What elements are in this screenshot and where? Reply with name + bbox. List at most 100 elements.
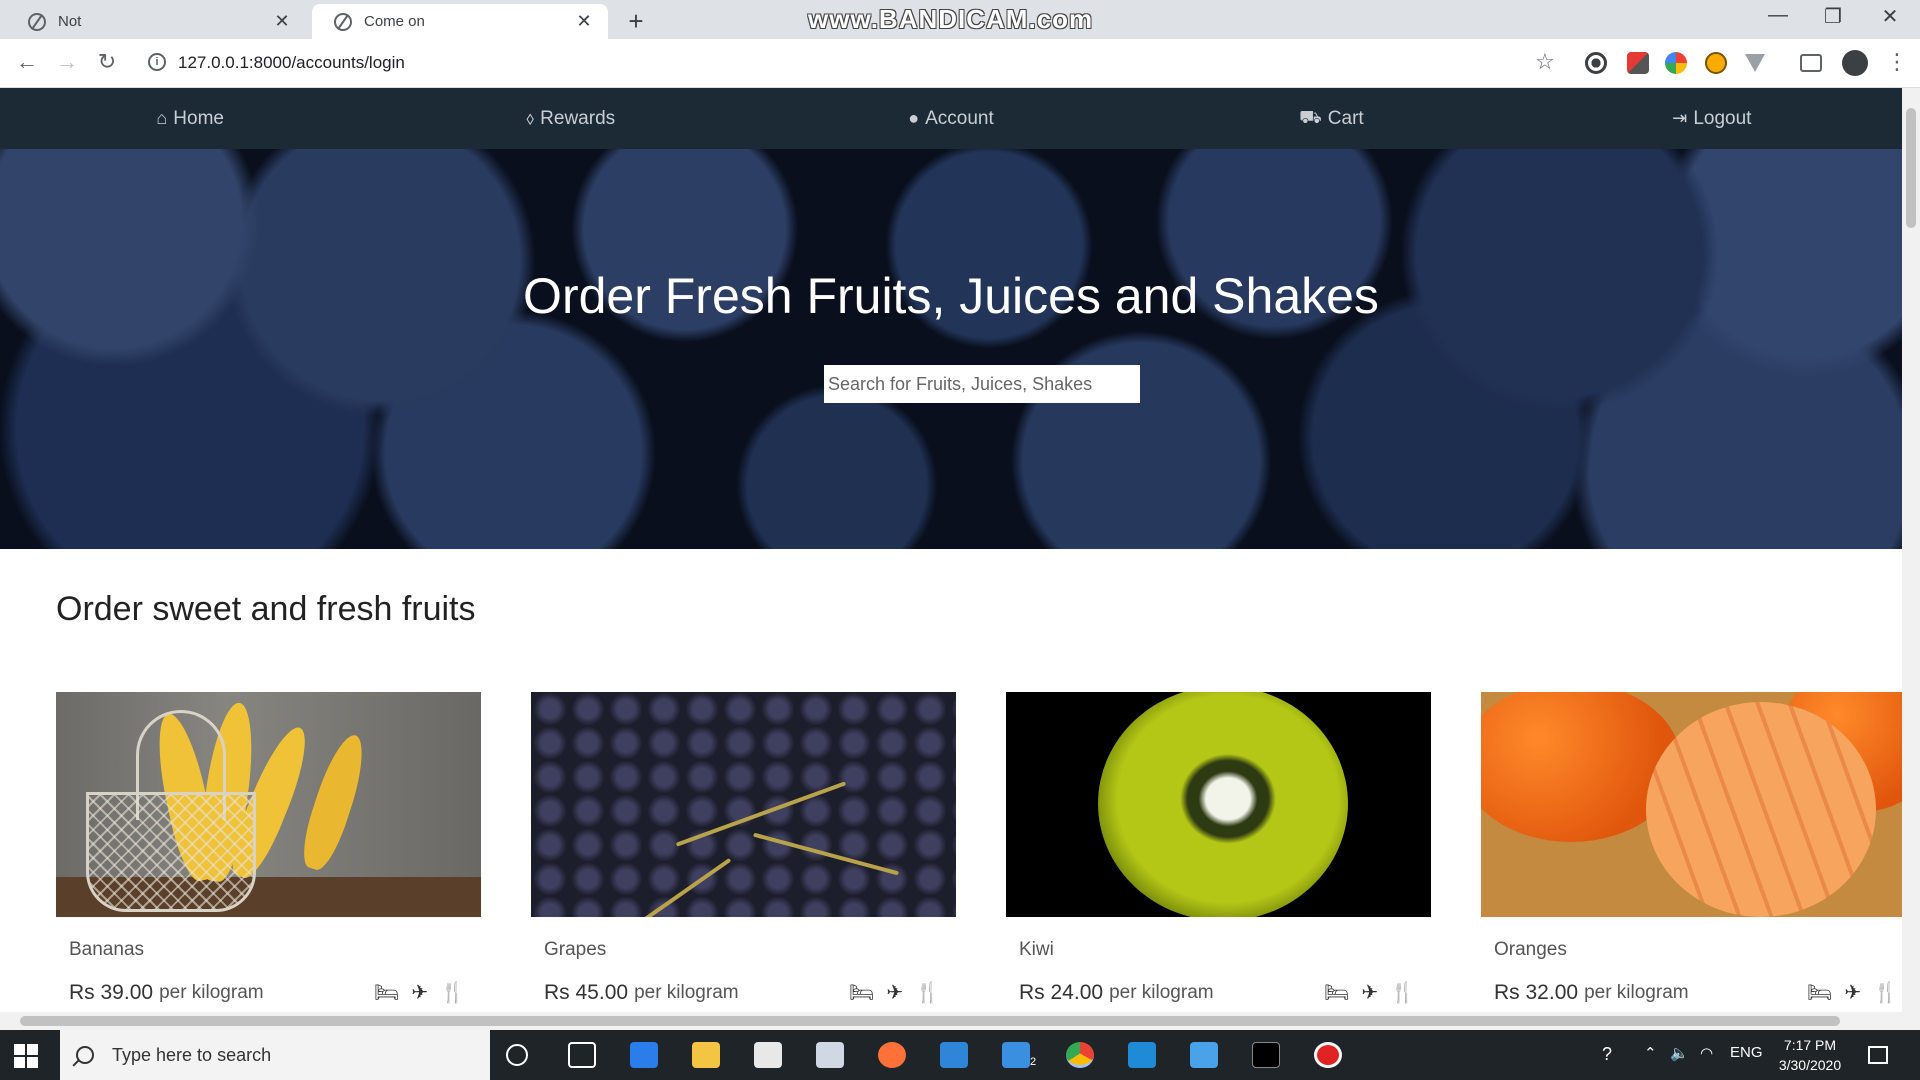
firefox-icon[interactable]	[878, 1042, 906, 1068]
nav-logout[interactable]: ⇥ Logout	[1522, 88, 1902, 149]
browser-menu-icon[interactable]: ⋮	[1886, 49, 1908, 75]
product-icons: 🛏 ✈ 🍴	[849, 980, 940, 1005]
site-info-icon[interactable]: i	[148, 53, 166, 71]
bookmark-star-icon[interactable]: ☆	[1535, 49, 1555, 75]
reload-button[interactable]: ↻	[92, 49, 122, 75]
badge-extension-icon[interactable]	[1705, 52, 1727, 74]
mail-icon[interactable]	[1002, 1042, 1030, 1068]
browser-tab-come-on[interactable]: Come on ✕	[312, 4, 608, 39]
task-view-icon[interactable]	[568, 1042, 596, 1068]
search-icon	[76, 1046, 94, 1064]
clock[interactable]: 7:17 PM 3/30/2020	[1760, 1035, 1860, 1075]
close-tab-icon[interactable]: ✕	[272, 11, 292, 32]
close-window-button[interactable]: ✕	[1870, 4, 1910, 29]
product-name: Bananas	[69, 939, 145, 960]
product-price: Rs 32.00	[1494, 981, 1579, 1004]
terminal-icon[interactable]	[1252, 1042, 1280, 1068]
close-tab-icon[interactable]: ✕	[574, 11, 594, 32]
vertical-scrollbar[interactable]	[1902, 88, 1920, 1030]
nav-account[interactable]: ● Account	[761, 88, 1141, 149]
product-unit: per kilogram	[634, 982, 739, 1003]
product-name: Grapes	[544, 939, 607, 960]
browser-tab-not[interactable]: Not ✕	[6, 4, 306, 39]
cutlery-icon: 🍴	[1390, 982, 1415, 1004]
plane-icon: ✈	[411, 982, 429, 1004]
volume-icon[interactable]: 🔈	[1670, 1044, 1689, 1062]
product-icons: 🛏 ✈ 🍴	[374, 980, 465, 1005]
horizontal-scrollbar[interactable]	[0, 1012, 1902, 1030]
nav-label: Home	[173, 107, 224, 129]
store-icon[interactable]	[754, 1042, 782, 1068]
help-icon[interactable]: ?	[1602, 1044, 1612, 1065]
plane-icon: ✈	[886, 982, 904, 1004]
scroll-thumb[interactable]	[20, 1016, 1840, 1026]
plane-icon: ✈	[1361, 982, 1379, 1004]
logout-icon: ⇥	[1672, 108, 1688, 128]
app-icon[interactable]	[1190, 1042, 1218, 1068]
product-image[interactable]	[531, 692, 956, 917]
globe-icon	[28, 12, 46, 31]
bed-icon: 🛏	[848, 982, 875, 1004]
search-input[interactable]	[824, 365, 1140, 403]
globe-icon	[334, 12, 352, 31]
taskbar-search-placeholder: Type here to search	[112, 1044, 272, 1065]
product-card-kiwi[interactable]: Kiwi Rs 24.00 per kilogram 🛏 ✈ 🍴	[1006, 692, 1431, 1005]
clock-date: 3/30/2020	[1778, 1057, 1842, 1073]
restore-button[interactable]: ❐	[1813, 4, 1853, 29]
plane-icon: ✈	[1844, 982, 1862, 1004]
start-button[interactable]	[14, 1044, 38, 1068]
nav-home[interactable]: ⌂ Home	[0, 88, 380, 149]
app-icon[interactable]	[940, 1042, 968, 1068]
color-extension-icon[interactable]	[1665, 52, 1687, 74]
minimize-button[interactable]: —	[1758, 4, 1798, 27]
product-image[interactable]	[56, 692, 481, 917]
address-bar[interactable]: 127.0.0.1:8000/accounts/login	[178, 53, 405, 73]
section-title: Order sweet and fresh fruits	[56, 590, 476, 628]
product-card-oranges[interactable]: Oranges Rs 32.00 per kilogram 🛏 ✈ 🍴	[1481, 692, 1902, 1005]
nav-cart[interactable]: ⛟ Cart	[1141, 88, 1521, 149]
bed-icon: 🛏	[1806, 982, 1833, 1004]
chrome-icon[interactable]	[1066, 1042, 1094, 1068]
browser-tab-strip: Not ✕ Come on ✕ + www.BANDICAM.com — ❐ ✕	[0, 0, 1920, 39]
nav-rewards[interactable]: ⬨ Rewards	[380, 88, 760, 149]
product-image[interactable]	[1481, 692, 1902, 917]
product-unit: per kilogram	[159, 982, 264, 1003]
vpn-extension-icon[interactable]	[1745, 54, 1765, 72]
taskbar-search[interactable]: Type here to search	[60, 1030, 490, 1080]
wifi-icon[interactable]: ◠	[1700, 1044, 1713, 1062]
nav-label: Logout	[1693, 107, 1752, 129]
forward-button[interactable]: →	[52, 49, 82, 75]
product-icons: 🛏 ✈ 🍴	[1807, 980, 1898, 1005]
cast-icon[interactable]	[1800, 54, 1822, 72]
pen-extension-icon[interactable]	[1627, 52, 1649, 74]
dropbox-icon[interactable]	[816, 1042, 844, 1068]
record-extension-icon[interactable]	[1585, 52, 1607, 74]
browser-toolbar: ← → ↻ i 127.0.0.1:8000/accounts/login ☆ …	[0, 39, 1920, 88]
product-unit: per kilogram	[1584, 982, 1689, 1003]
product-price: Rs 24.00	[1019, 981, 1104, 1004]
file-explorer-icon[interactable]	[692, 1042, 720, 1068]
cutlery-icon: 🍴	[915, 982, 940, 1004]
notifications-icon[interactable]	[1868, 1046, 1888, 1064]
record-icon[interactable]	[1314, 1042, 1342, 1068]
vscode-icon[interactable]	[1128, 1042, 1156, 1068]
product-price: Rs 45.00	[544, 981, 629, 1004]
home-icon: ⌂	[156, 108, 168, 128]
product-card-bananas[interactable]: Bananas Rs 39.00 per kilogram 🛏 ✈ 🍴	[56, 692, 481, 1005]
bed-icon: 🛏	[1323, 982, 1350, 1004]
hero-search	[824, 365, 1140, 403]
language-indicator[interactable]: ENG	[1730, 1044, 1763, 1061]
product-unit: per kilogram	[1109, 982, 1214, 1003]
cutlery-icon: 🍴	[1873, 982, 1898, 1004]
chevron-up-icon[interactable]: ⌃	[1644, 1044, 1657, 1062]
edge-icon[interactable]	[630, 1042, 658, 1068]
product-card-grapes[interactable]: Grapes Rs 45.00 per kilogram 🛏 ✈ 🍴	[531, 692, 956, 1005]
back-button[interactable]: ←	[12, 49, 42, 75]
profile-avatar[interactable]	[1842, 50, 1868, 76]
scroll-thumb[interactable]	[1906, 108, 1916, 228]
cortana-icon[interactable]	[506, 1044, 528, 1066]
hero-title: Order Fresh Fruits, Juices and Shakes	[523, 268, 1379, 324]
new-tab-button[interactable]: +	[622, 6, 650, 37]
recording-watermark: www.BANDICAM.com	[808, 4, 1094, 34]
product-image[interactable]	[1006, 692, 1431, 917]
